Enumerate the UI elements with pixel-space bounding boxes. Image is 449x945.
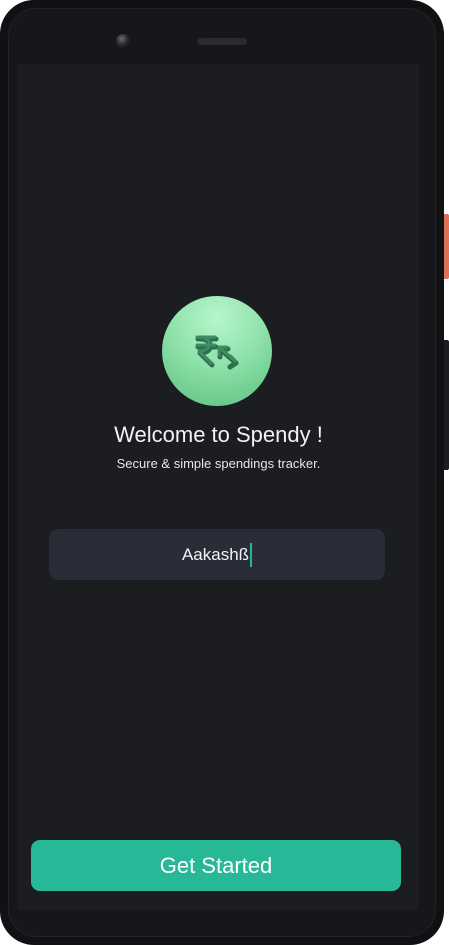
power-button [444,214,449,279]
text-caret [250,542,253,567]
app-logo [162,296,272,406]
app-screen: Welcome to Spendy ! Secure & simple spen… [18,64,419,910]
name-input[interactable]: Aakashß [49,529,385,580]
front-camera [116,34,130,48]
volume-button [444,340,449,470]
welcome-subtitle: Secure & simple spendings tracker. [116,456,321,471]
rupee-arrow-icon [195,335,239,370]
name-input-value: Aakashß [181,544,250,564]
get-started-button[interactable]: Get Started [31,840,401,891]
earpiece-speaker [197,38,247,45]
phone-frame: Welcome to Spendy ! Secure & simple spen… [0,0,444,945]
device-stage: Welcome to Spendy ! Secure & simple spen… [0,0,449,945]
welcome-title: Welcome to Spendy ! [114,422,323,447]
